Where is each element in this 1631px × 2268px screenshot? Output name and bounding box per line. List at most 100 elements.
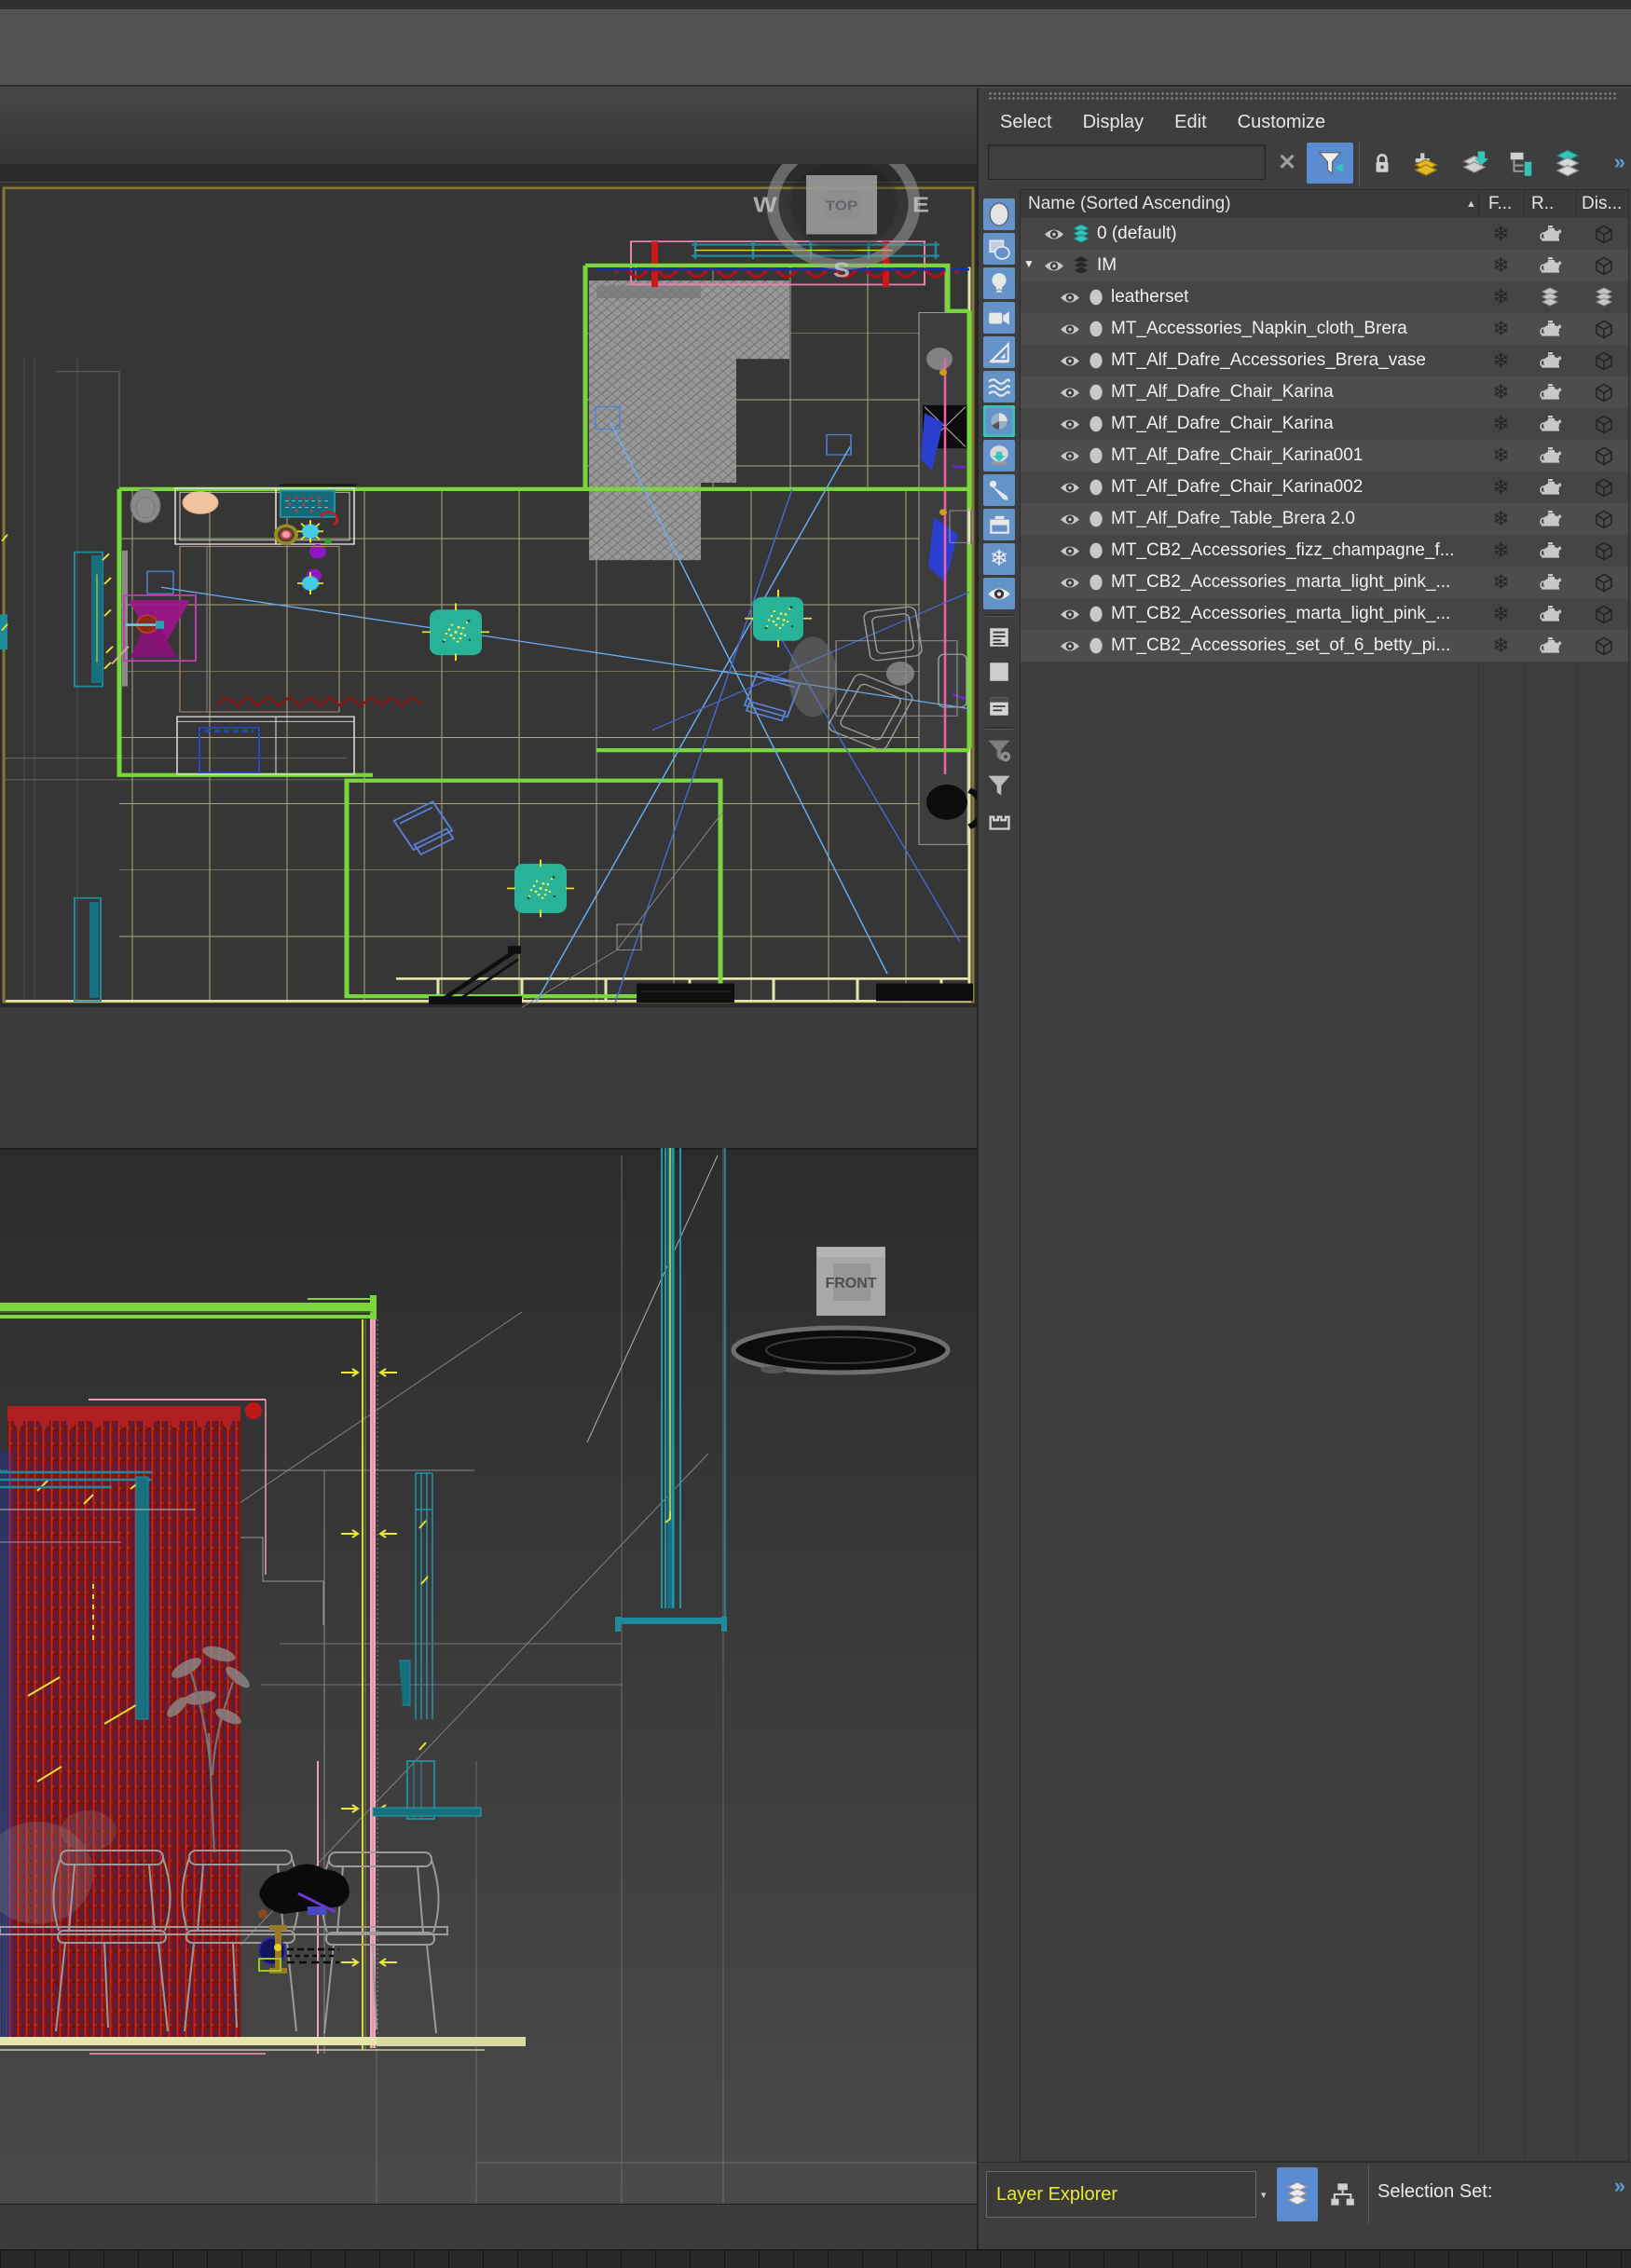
menu-select[interactable]: Select xyxy=(1000,112,1052,133)
row-label[interactable]: MT_CB2_Accessories_marta_light_pink_... xyxy=(1111,572,1450,593)
frozen-cell[interactable]: ❄ xyxy=(1478,471,1524,503)
render-cell[interactable] xyxy=(1524,440,1576,471)
visibility-eye-icon[interactable] xyxy=(1059,448,1081,464)
object-row[interactable]: MT_CB2_Accessories_set_of_6_betty_pi... ❄ xyxy=(1021,630,1628,662)
column-display[interactable]: Dis... xyxy=(1582,194,1622,214)
compass-south[interactable]: S xyxy=(833,258,850,282)
object-row[interactable]: MT_Alf_Dafre_Accessories_Brera_vase ❄ xyxy=(1021,345,1628,376)
circle-icon[interactable] xyxy=(1087,287,1105,307)
list-view-filter-button[interactable] xyxy=(983,622,1015,653)
display-cell[interactable] xyxy=(1576,313,1628,345)
visibility-eye-icon[interactable] xyxy=(1059,575,1081,591)
visibility-eye-icon[interactable] xyxy=(1059,417,1081,432)
column-name[interactable]: Name (Sorted Ascending) xyxy=(1028,194,1231,214)
filter-plain-filter-button[interactable] xyxy=(983,769,1015,800)
object-row[interactable]: MT_CB2_Accessories_marta_light_pink_... ❄ xyxy=(1021,598,1628,630)
viewcube-face-label[interactable]: TOP xyxy=(826,199,858,214)
render-cell[interactable] xyxy=(1524,630,1576,662)
layers-dark-icon[interactable] xyxy=(1071,255,1091,276)
display-cell[interactable] xyxy=(1576,250,1628,281)
circle-icon[interactable] xyxy=(1087,635,1105,656)
visibility-eye-icon[interactable] xyxy=(1059,543,1081,559)
row-label[interactable]: IM xyxy=(1097,255,1117,276)
display-cell[interactable] xyxy=(1576,376,1628,408)
circle-icon[interactable] xyxy=(1087,604,1105,624)
circle-icon[interactable] xyxy=(1087,572,1105,593)
render-cell[interactable] xyxy=(1524,503,1576,535)
display-cell[interactable] xyxy=(1576,281,1628,313)
row-label[interactable]: 0 (default) xyxy=(1097,224,1177,244)
list-header[interactable]: Name (Sorted Ascending) ▲ F... R.. Dis..… xyxy=(1021,190,1628,219)
nested-layers-button[interactable] xyxy=(1502,144,1540,182)
frozen-cell[interactable]: ❄ xyxy=(1478,408,1524,440)
visibility-eye-icon[interactable] xyxy=(1043,226,1065,242)
bones-filter-button[interactable] xyxy=(983,474,1015,506)
frozen-cell[interactable]: ❄ xyxy=(1478,250,1524,281)
render-cell[interactable] xyxy=(1524,281,1576,313)
frozen-cell[interactable]: ❄ xyxy=(1478,535,1524,567)
object-row[interactable]: MT_Alf_Dafre_Chair_Karina001 ❄ xyxy=(1021,440,1628,471)
row-label[interactable]: MT_Alf_Dafre_Chair_Karina001 xyxy=(1111,445,1363,466)
column-frozen[interactable]: F... xyxy=(1488,194,1512,214)
visibility-eye-icon[interactable] xyxy=(1043,258,1065,274)
clear-search-button[interactable]: ✕ xyxy=(1275,148,1299,176)
helpers-filter-button[interactable] xyxy=(983,336,1015,368)
frozen-cell[interactable]: ❄ xyxy=(1478,281,1524,313)
object-row[interactable]: MT_Alf_Dafre_Chair_Karina ❄ xyxy=(1021,376,1628,408)
object-row[interactable]: MT_Alf_Dafre_Chair_Karina002 ❄ xyxy=(1021,471,1628,503)
layers-stack-button[interactable] xyxy=(1547,144,1588,182)
frozen-cell[interactable]: ❄ xyxy=(1478,567,1524,598)
space-warps-filter-button[interactable] xyxy=(983,371,1015,403)
bottom-overflow-chevron[interactable]: » xyxy=(1614,2174,1625,2198)
object-row[interactable]: MT_Alf_Dafre_Table_Brera 2.0 ❄ xyxy=(1021,503,1628,535)
layer-row[interactable]: ▼ IM ❄ xyxy=(1021,250,1628,281)
visibility-eye-icon[interactable] xyxy=(1059,353,1081,369)
frozen-filter-button[interactable]: ❄ xyxy=(983,543,1015,575)
row-label[interactable]: MT_Alf_Dafre_Chair_Karina xyxy=(1111,414,1334,434)
render-cell[interactable] xyxy=(1524,408,1576,440)
render-cell[interactable] xyxy=(1524,598,1576,630)
circle-icon[interactable] xyxy=(1087,382,1105,403)
row-label[interactable]: MT_CB2_Accessories_fizz_champagne_f... xyxy=(1111,540,1455,561)
layers-mode-button[interactable] xyxy=(1277,2167,1318,2221)
display-cell[interactable] xyxy=(1576,598,1628,630)
display-cell[interactable] xyxy=(1576,503,1628,535)
render-cell[interactable] xyxy=(1524,250,1576,281)
object-row[interactable]: MT_Alf_Dafre_Chair_Karina ❄ xyxy=(1021,408,1628,440)
object-row[interactable]: MT_CB2_Accessories_marta_light_pink_... ❄ xyxy=(1021,567,1628,598)
row-label[interactable]: MT_Alf_Dafre_Chair_Karina xyxy=(1111,382,1334,403)
hidden-filter-button[interactable] xyxy=(983,578,1015,609)
display-cell[interactable] xyxy=(1576,408,1628,440)
circle-icon[interactable] xyxy=(1087,540,1105,561)
filter-config-filter-button[interactable] xyxy=(983,734,1015,766)
circle-icon[interactable] xyxy=(1087,350,1105,371)
frozen-cell[interactable]: ❄ xyxy=(1478,630,1524,662)
render-cell[interactable] xyxy=(1524,218,1576,250)
row-label[interactable]: MT_Alf_Dafre_Accessories_Brera_vase xyxy=(1111,350,1426,371)
layers-teal-icon[interactable] xyxy=(1071,224,1091,244)
xrefs-filter-button[interactable] xyxy=(983,440,1015,471)
column-render[interactable]: R.. xyxy=(1531,194,1554,214)
display-cell[interactable] xyxy=(1576,630,1628,662)
cameras-filter-button[interactable] xyxy=(983,302,1015,334)
shapes-filter-button[interactable] xyxy=(983,233,1015,265)
display-cell[interactable] xyxy=(1576,345,1628,376)
lights-filter-button[interactable] xyxy=(983,267,1015,299)
compass-west[interactable]: W xyxy=(753,193,777,217)
pick-container-filter-button[interactable] xyxy=(983,803,1015,835)
display-cell[interactable] xyxy=(1576,218,1628,250)
compass-east[interactable]: E xyxy=(912,193,929,217)
visibility-eye-icon[interactable] xyxy=(1059,480,1081,496)
frozen-cell[interactable]: ❄ xyxy=(1478,376,1524,408)
groups-filter-button[interactable] xyxy=(983,405,1015,437)
filter-funnel-button[interactable] xyxy=(1307,143,1353,184)
lock-cell-editing-button[interactable] xyxy=(1364,144,1400,182)
frozen-cell[interactable]: ❄ xyxy=(1478,218,1524,250)
viewcube-face-label[interactable]: FRONT xyxy=(825,1276,876,1291)
top-viewport[interactable]: TOP N W E S xyxy=(0,164,977,1148)
hierarchy-mode-button[interactable] xyxy=(1322,2167,1363,2221)
panel-drag-grip[interactable] xyxy=(988,91,1618,102)
layer-row[interactable]: 0 (default) ❄ xyxy=(1021,218,1628,250)
row-label[interactable]: MT_CB2_Accessories_marta_light_pink_... xyxy=(1111,604,1450,624)
row-label[interactable]: MT_Accessories_Napkin_cloth_Brera xyxy=(1111,319,1407,339)
